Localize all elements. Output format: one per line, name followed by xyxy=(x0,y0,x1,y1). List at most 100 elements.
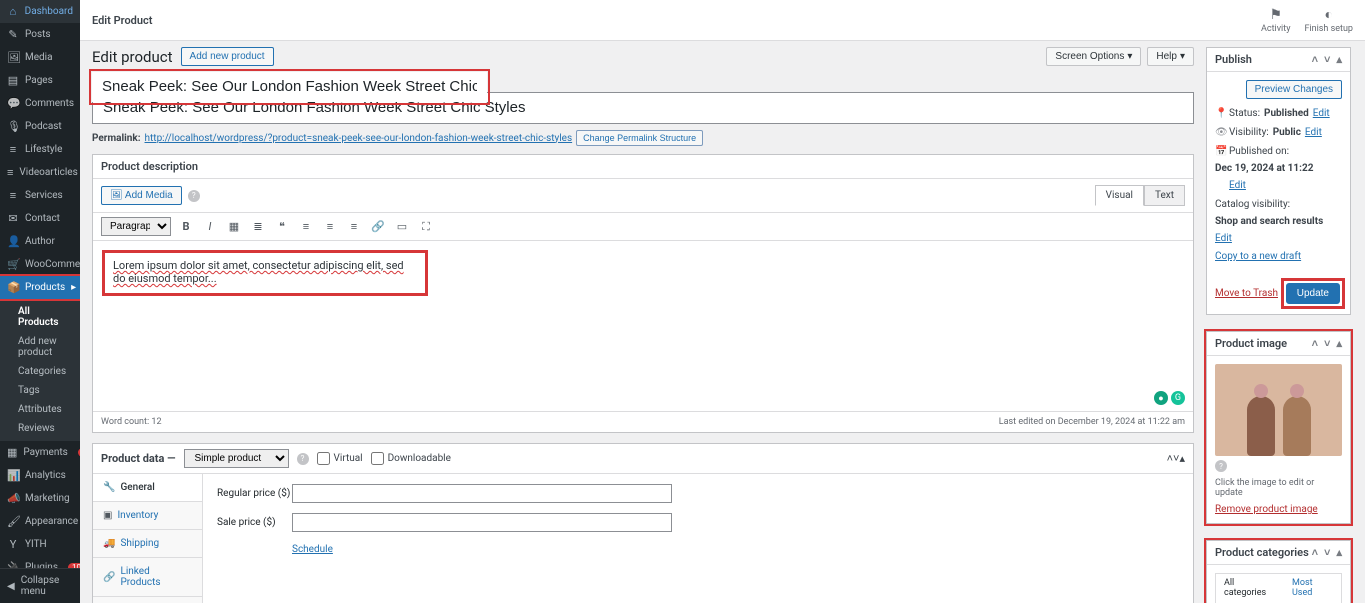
appearance-icon: 🖌 xyxy=(7,515,19,528)
product-image-thumbnail[interactable] xyxy=(1215,364,1342,456)
help-icon[interactable]: ? xyxy=(188,190,200,202)
inventory-icon: ▣ xyxy=(103,510,112,521)
downloadable-checkbox[interactable]: Downloadable xyxy=(371,452,451,465)
media-icon: 🖼 xyxy=(7,51,19,64)
activity-button[interactable]: ⚑Activity xyxy=(1261,7,1290,34)
sidebar-item-contact[interactable]: ✉Contact xyxy=(0,207,80,230)
tab-inventory[interactable]: ▣Inventory xyxy=(93,502,202,530)
word-count: Word count: 12 xyxy=(101,417,162,427)
tab-attributes[interactable]: ▤Attributes xyxy=(93,597,202,603)
fullscreen-button[interactable]: ⛶ xyxy=(417,218,435,236)
update-button[interactable]: Update xyxy=(1286,283,1340,304)
submenu-reviews[interactable]: Reviews xyxy=(0,419,80,438)
sidebar-item-analytics[interactable]: 📊Analytics xyxy=(0,464,80,487)
sidebar-item-dashboard[interactable]: ⌂Dashboard xyxy=(0,0,80,23)
product-type-select[interactable]: Simple product xyxy=(184,449,289,468)
product-data-box: Product data — Simple product ? Virtual … xyxy=(92,443,1194,603)
edit-status-link[interactable]: Edit xyxy=(1313,107,1330,120)
move-down-icon[interactable]: ˅ xyxy=(1324,53,1330,66)
sidebar-item-pages[interactable]: ▤Pages xyxy=(0,69,80,92)
toggle-icon[interactable]: ▴ xyxy=(1336,546,1342,559)
sidebar-item-products[interactable]: 📦Products▸ xyxy=(0,276,80,299)
eye-icon: 👁 xyxy=(1215,126,1225,139)
link-button[interactable]: 🔗 xyxy=(369,218,387,236)
sidebar-item-podcast[interactable]: 🎙Podcast xyxy=(0,115,80,138)
add-new-product-button[interactable]: Add new product xyxy=(181,47,274,66)
sidebar-item-payments[interactable]: ▦Payments1 xyxy=(0,441,80,464)
copy-draft-link[interactable]: Copy to a new draft xyxy=(1215,251,1342,262)
tab-general[interactable]: 🔧General xyxy=(93,474,202,502)
move-up-icon[interactable]: ˄ xyxy=(1312,546,1318,559)
sidebar-item-services[interactable]: ≡Services xyxy=(0,184,80,207)
edit-catalog-link[interactable]: Edit xyxy=(1215,232,1232,245)
description-title: Product description xyxy=(101,160,198,173)
tab-all-categories[interactable]: All categories xyxy=(1216,574,1284,603)
tab-text[interactable]: Text xyxy=(1144,185,1185,206)
product-image-title: Product image xyxy=(1215,337,1287,350)
last-edited: Last edited on December 19, 2024 at 11:2… xyxy=(999,417,1185,427)
permalink-url-link[interactable]: http://localhost/wordpress/?product=snea… xyxy=(145,133,573,144)
sidebar-item-plugins[interactable]: 🔌Plugins10 xyxy=(0,556,80,568)
toggle-icon[interactable]: ▴ xyxy=(1336,337,1342,350)
sidebar-item-marketing[interactable]: 📣Marketing xyxy=(0,487,80,510)
tab-shipping[interactable]: 🚚Shipping xyxy=(93,530,202,558)
add-media-button[interactable]: 🖼 Add Media xyxy=(101,186,182,205)
finish-icon: ◐ xyxy=(1324,6,1332,23)
move-up-icon[interactable]: ˄ xyxy=(1312,337,1318,350)
change-permalink-button[interactable]: Change Permalink Structure xyxy=(576,130,703,146)
woocommerce-icon: 🛒 xyxy=(7,258,19,271)
toggle-icon[interactable]: ▴ xyxy=(1336,53,1342,66)
remove-image-link[interactable]: Remove product image xyxy=(1215,504,1318,515)
submenu-add-new-product[interactable]: Add new product xyxy=(0,332,80,362)
submenu-all-products[interactable]: All Products xyxy=(0,302,80,332)
collapse-menu-button[interactable]: ◀Collapse menu xyxy=(0,568,80,603)
bold-button[interactable]: B xyxy=(177,218,195,236)
sale-price-input[interactable] xyxy=(292,513,672,532)
move-down-icon[interactable]: ˅ xyxy=(1324,546,1330,559)
help-icon[interactable]: ? xyxy=(297,453,309,465)
align-left-button[interactable]: ≡ xyxy=(297,218,315,236)
submenu-tags[interactable]: Tags xyxy=(0,381,80,400)
finish-setup-button[interactable]: ◐Finish setup xyxy=(1304,6,1353,34)
sidebar-item-woocommerce[interactable]: 🛒WooCommerce xyxy=(0,253,80,276)
submenu-attributes[interactable]: Attributes xyxy=(0,400,80,419)
grammarly-icon[interactable]: G xyxy=(1171,391,1185,405)
paragraph-select[interactable]: Paragraph xyxy=(101,217,171,236)
yoast-icon[interactable]: ● xyxy=(1154,391,1168,405)
product-title-input[interactable] xyxy=(92,72,487,102)
tab-visual[interactable]: Visual xyxy=(1095,185,1144,206)
virtual-checkbox[interactable]: Virtual xyxy=(317,452,363,465)
product-categories-box: Product categories˄˅▴ All categories Mos… xyxy=(1206,540,1351,603)
sidebar-item-lifestyle[interactable]: ≡Lifestyle xyxy=(0,138,80,161)
move-to-trash-link[interactable]: Move to Trash xyxy=(1215,288,1278,299)
schedule-link[interactable]: Schedule xyxy=(292,544,333,555)
regular-price-input[interactable] xyxy=(292,484,672,503)
sidebar-item-comments[interactable]: 💬Comments xyxy=(0,92,80,115)
move-up-icon[interactable]: ˄ xyxy=(1312,53,1318,66)
screen-options-button[interactable]: Screen Options ▾ xyxy=(1046,47,1141,66)
edit-date-link[interactable]: Edit xyxy=(1229,179,1246,192)
help-icon[interactable]: ? xyxy=(1215,460,1227,472)
sidebar-item-media[interactable]: 🖼Media xyxy=(0,46,80,69)
sidebar-item-videoarticles[interactable]: ≡Videoarticles xyxy=(0,161,80,184)
tab-linked-products[interactable]: 🔗Linked Products xyxy=(93,558,202,597)
move-down-icon[interactable]: ˅ xyxy=(1324,337,1330,350)
preview-changes-button[interactable]: Preview Changes xyxy=(1246,80,1342,99)
submenu-categories[interactable]: Categories xyxy=(0,362,80,381)
sidebar-item-yith[interactable]: YYITH xyxy=(0,533,80,556)
quote-button[interactable]: ❝ xyxy=(273,218,291,236)
sidebar-item-appearance[interactable]: 🖌Appearance xyxy=(0,510,80,533)
tab-most-used[interactable]: Most Used xyxy=(1284,574,1341,603)
bullet-list-button[interactable]: ▦ xyxy=(225,218,243,236)
sidebar-item-author[interactable]: 👤Author xyxy=(0,230,80,253)
more-button[interactable]: ▭ xyxy=(393,218,411,236)
editor-canvas[interactable]: Lorem ipsum dolor sit amet, consectetur … xyxy=(93,241,1193,411)
help-button[interactable]: Help ▾ xyxy=(1147,47,1194,66)
align-right-button[interactable]: ≡ xyxy=(345,218,363,236)
align-center-button[interactable]: ≡ xyxy=(321,218,339,236)
sidebar-item-posts[interactable]: ✎Posts xyxy=(0,23,80,46)
number-list-button[interactable]: ≣ xyxy=(249,218,267,236)
edit-visibility-link[interactable]: Edit xyxy=(1305,126,1322,139)
toggle-icon[interactable]: ▴ xyxy=(1179,452,1185,465)
italic-button[interactable]: I xyxy=(201,218,219,236)
